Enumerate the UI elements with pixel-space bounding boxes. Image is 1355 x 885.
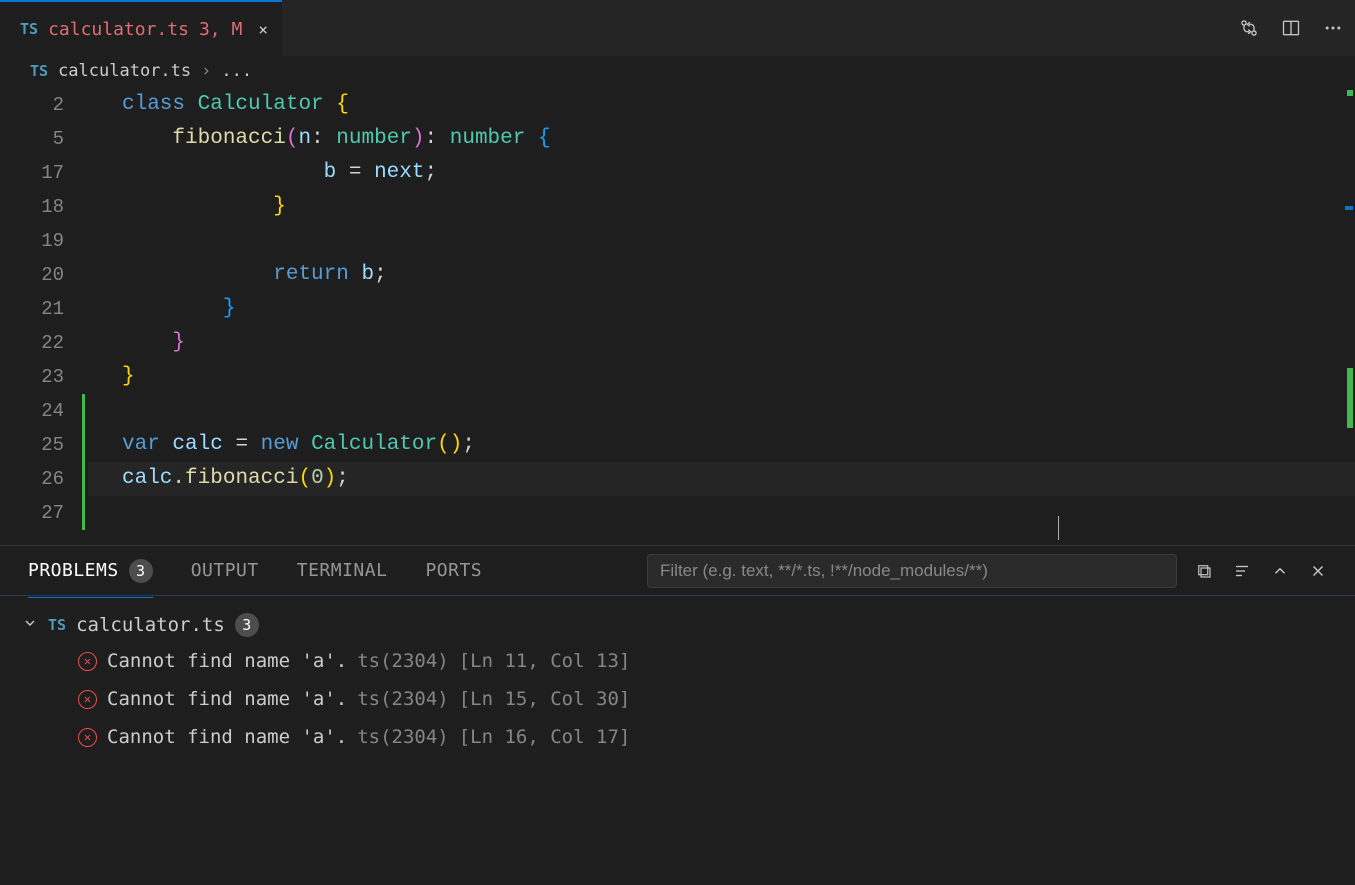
editor-actions	[1239, 18, 1343, 38]
editor-tab-bar: TS calculator.ts 3, M ×	[0, 0, 1355, 56]
collapse-all-icon[interactable]	[1195, 562, 1213, 580]
code-line[interactable]: var calc = new Calculator();	[88, 428, 1355, 462]
code-line[interactable]	[88, 496, 1355, 530]
breadcrumb-file: calculator.ts	[58, 61, 191, 81]
code-line[interactable]: fibonacci(n: number): number {	[88, 122, 1355, 156]
line-number: 25	[0, 428, 80, 462]
problem-file-name: calculator.ts	[76, 614, 225, 636]
problems-count-badge: 3	[129, 559, 153, 583]
line-number: 22	[0, 326, 80, 360]
problem-location: [Ln 11, Col 13]	[459, 650, 631, 672]
text-cursor	[1058, 516, 1059, 540]
line-number: 23	[0, 360, 80, 394]
view-as-list-icon[interactable]	[1233, 562, 1251, 580]
code-line[interactable]: return b;	[88, 258, 1355, 292]
problems-tab[interactable]: PROBLEMS 3	[28, 559, 153, 583]
modified-indicator	[82, 428, 85, 462]
problem-message: Cannot find name 'a'.	[107, 650, 347, 672]
code-editor[interactable]: 251718192021222324252627 class Calculato…	[0, 88, 1355, 545]
filter-input[interactable]	[660, 561, 1164, 581]
code-line[interactable]: }	[88, 292, 1355, 326]
chevron-down-icon[interactable]	[22, 614, 38, 636]
tab-problems-badge: 3, M	[199, 19, 242, 40]
tab-filename: calculator.ts	[48, 19, 189, 40]
code-line[interactable]	[88, 394, 1355, 428]
file-problem-count: 3	[235, 613, 259, 637]
line-number: 18	[0, 190, 80, 224]
more-actions-icon[interactable]	[1323, 18, 1343, 38]
terminal-tab[interactable]: TERMINAL	[297, 560, 388, 581]
error-icon: ✕	[78, 652, 97, 671]
code-line[interactable]: b = next;	[88, 156, 1355, 190]
error-icon: ✕	[78, 728, 97, 747]
problem-item[interactable]: ✕ Cannot find name 'a'. ts(2304) [Ln 15, Co…	[22, 680, 1333, 718]
problem-code: ts(2304)	[357, 688, 449, 710]
breadcrumb[interactable]: TS calculator.ts › ...	[0, 56, 1355, 88]
problem-message: Cannot find name 'a'.	[107, 726, 347, 748]
code-line[interactable]: }	[88, 326, 1355, 360]
line-number: 21	[0, 292, 80, 326]
bottom-panel: PROBLEMS 3 OUTPUT TERMINAL PORTS	[0, 545, 1355, 885]
output-tab[interactable]: OUTPUT	[191, 560, 259, 581]
problems-tab-label: PROBLEMS	[28, 560, 119, 581]
problem-file-group[interactable]: TS calculator.ts 3	[22, 608, 1333, 642]
code-line[interactable]: class Calculator {	[88, 88, 1355, 122]
close-panel-icon[interactable]	[1309, 562, 1327, 580]
problem-code: ts(2304)	[357, 726, 449, 748]
typescript-file-icon: TS	[30, 62, 48, 80]
chevron-right-icon: ›	[201, 61, 211, 81]
editor-tab[interactable]: TS calculator.ts 3, M ×	[0, 0, 282, 56]
problem-item[interactable]: ✕ Cannot find name 'a'. ts(2304) [Ln 16, Co…	[22, 718, 1333, 756]
modified-indicator	[82, 462, 85, 496]
problems-list: TS calculator.ts 3 ✕ Cannot find name 'a'…	[0, 596, 1355, 885]
line-numbers: 251718192021222324252627	[0, 88, 80, 530]
modified-indicator	[82, 394, 85, 428]
line-number: 24	[0, 394, 80, 428]
line-number: 2	[0, 88, 80, 122]
ports-tab[interactable]: PORTS	[425, 560, 482, 581]
code-line[interactable]: }	[88, 360, 1355, 394]
problem-item[interactable]: ✕ Cannot find name 'a'. ts(2304) [Ln 11, Co…	[22, 642, 1333, 680]
breadcrumb-rest: ...	[221, 61, 252, 81]
minimap[interactable]	[1341, 88, 1355, 545]
problem-location: [Ln 15, Col 30]	[459, 688, 631, 710]
code-body[interactable]: class Calculator { fibonacci(n: number):…	[88, 88, 1355, 530]
code-line[interactable]: calc.fibonacci(0);	[88, 462, 1355, 496]
problems-filter[interactable]	[647, 554, 1177, 588]
typescript-file-icon: TS	[48, 616, 66, 634]
panel-tab-bar: PROBLEMS 3 OUTPUT TERMINAL PORTS	[0, 546, 1355, 596]
problem-location: [Ln 16, Col 17]	[459, 726, 631, 748]
split-editor-icon[interactable]	[1281, 18, 1301, 38]
error-icon: ✕	[78, 690, 97, 709]
compare-changes-icon[interactable]	[1239, 18, 1259, 38]
line-number: 17	[0, 156, 80, 190]
problem-message: Cannot find name 'a'.	[107, 688, 347, 710]
line-number: 19	[0, 224, 80, 258]
code-line[interactable]: }	[88, 190, 1355, 224]
line-number: 5	[0, 122, 80, 156]
close-tab-icon[interactable]: ×	[258, 20, 268, 39]
code-line[interactable]	[88, 224, 1355, 258]
line-number: 20	[0, 258, 80, 292]
typescript-file-icon: TS	[20, 20, 38, 38]
modified-indicator	[82, 496, 85, 530]
line-number: 27	[0, 496, 80, 530]
problem-code: ts(2304)	[357, 650, 449, 672]
maximize-panel-icon[interactable]	[1271, 562, 1289, 580]
line-number: 26	[0, 462, 80, 496]
